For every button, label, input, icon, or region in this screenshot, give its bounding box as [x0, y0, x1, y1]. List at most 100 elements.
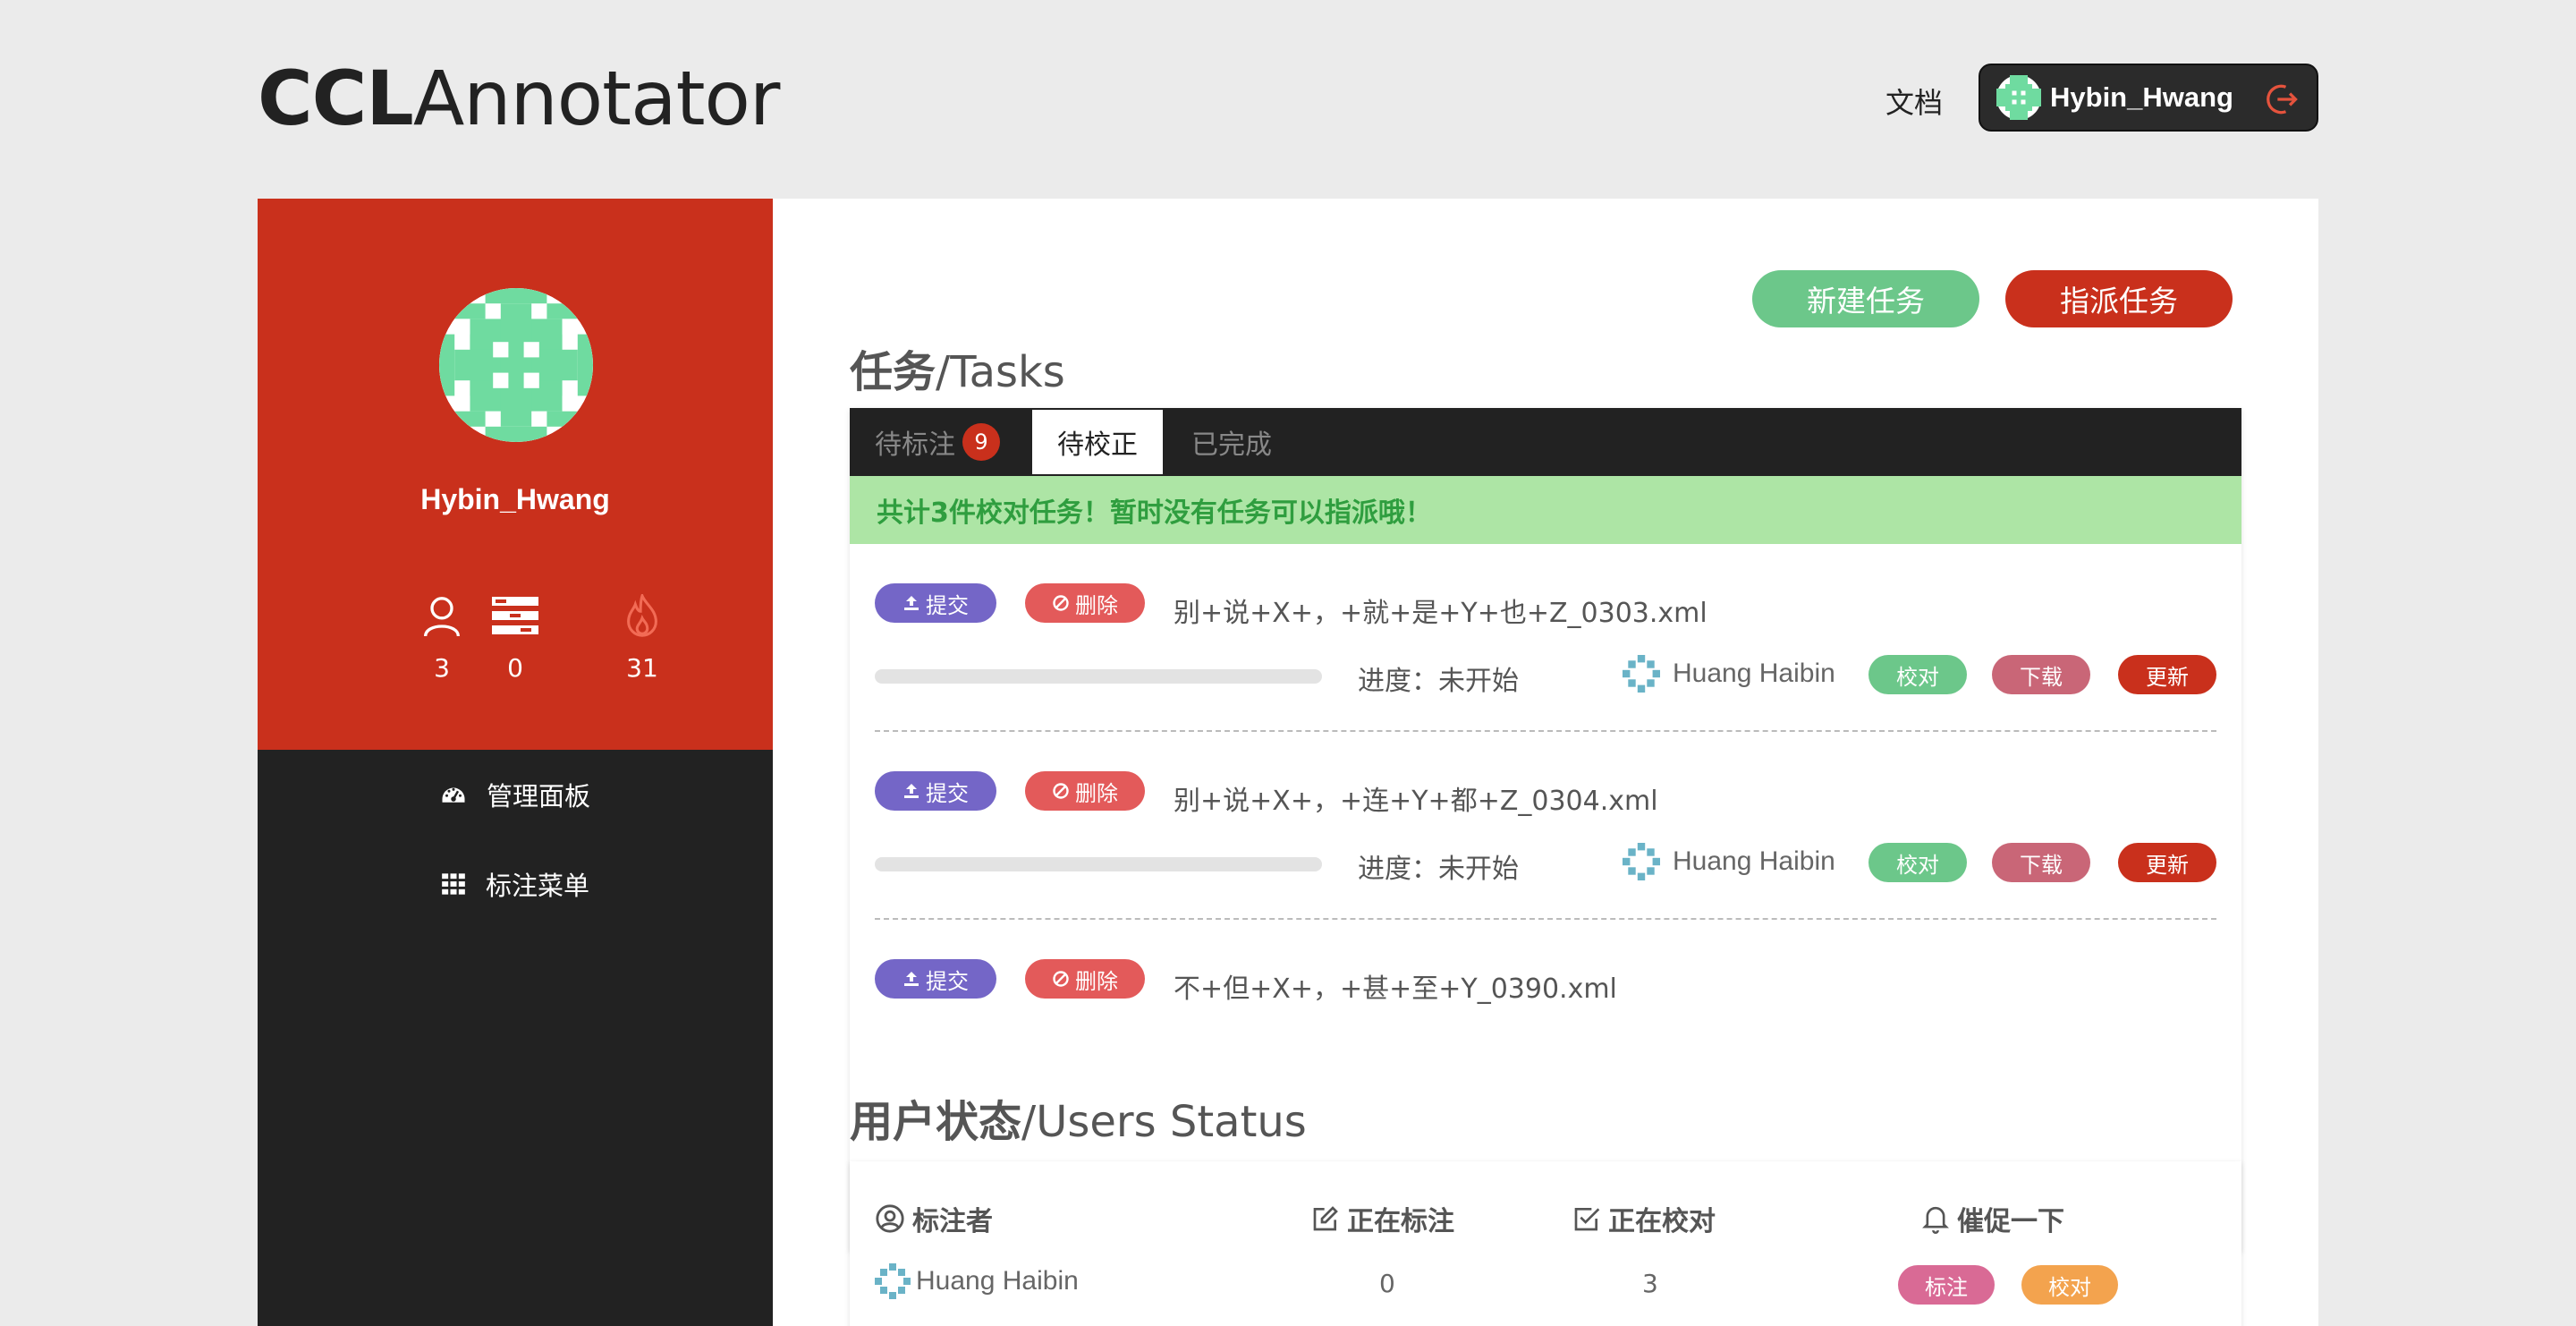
- task-progress-bar: [875, 857, 1322, 871]
- avatar: [1996, 75, 2041, 120]
- dashboard-icon: [442, 787, 465, 803]
- delete-button[interactable]: 删除: [1025, 771, 1145, 811]
- task-tabs: 待标注 9 待校正 已完成: [850, 408, 2241, 476]
- tab-completed-label: 已完成: [1191, 429, 1272, 461]
- task-item: 提交 删除 别+说+X+，+连+Y+都+Z_0304.xml 进度：未开始 Hu…: [875, 771, 2216, 897]
- tab-pending-annotation-label: 待标注: [875, 429, 955, 461]
- tab-pending-annotation[interactable]: 待标注 9: [850, 408, 1025, 476]
- assignee-avatar-icon: [1623, 655, 1660, 693]
- download-button[interactable]: 下载: [1992, 655, 2090, 694]
- tab-pending-proofread[interactable]: 待校正: [1032, 410, 1163, 474]
- remind-annotate-button[interactable]: 标注: [1898, 1265, 1995, 1305]
- task-file-name[interactable]: 别+说+X+，+连+Y+都+Z_0304.xml: [1174, 778, 1658, 818]
- user-icon: [424, 597, 460, 637]
- main-content: 新建任务 指派任务 任务/Tasks 待标注 9 待校正 已完成 共计3件校对任…: [773, 199, 2318, 1326]
- submit-button[interactable]: 提交: [875, 959, 996, 999]
- app-header: CCLAnnotator 文档 Hybin_Hwang: [0, 0, 2576, 199]
- user-name: Huang Haibin: [916, 1266, 1079, 1296]
- identicon-icon: [439, 288, 593, 442]
- stat-fire: 31: [589, 592, 696, 683]
- user-avatar-icon: [875, 1263, 911, 1299]
- col-header-proofreading: 正在校对: [1572, 1199, 1716, 1238]
- task-divider: [875, 918, 2216, 920]
- col-header-remind-label: 催促一下: [1957, 1206, 2064, 1237]
- col-header-proofreading-label: 正在校对: [1608, 1206, 1716, 1237]
- ban-icon: [1053, 971, 1069, 987]
- col-header-annotator-label: 标注者: [912, 1206, 993, 1237]
- task-item: 提交 删除 别+说+X+，+就+是+Y+也+Z_0303.xml 进度：未开始 …: [875, 583, 2216, 709]
- task-file-name[interactable]: 不+但+X+，+甚+至+Y_0390.xml: [1174, 966, 1617, 1006]
- col-header-annotating: 正在标注: [1311, 1199, 1454, 1238]
- logout-icon[interactable]: [2261, 80, 2301, 119]
- tasks-title-en: /Tasks: [936, 347, 1065, 397]
- proofreading-count: 3: [1642, 1269, 1658, 1298]
- fire-icon: [627, 594, 657, 637]
- upload-icon: [904, 596, 919, 610]
- user-menu-name: Hybin_Hwang: [2050, 81, 2233, 113]
- task-file-name[interactable]: 别+说+X+，+就+是+Y+也+Z_0303.xml: [1174, 591, 1707, 630]
- docs-link[interactable]: 文档: [1885, 81, 1943, 122]
- tab-pending-proofread-label: 待校正: [1057, 429, 1138, 461]
- delete-button[interactable]: 删除: [1025, 583, 1145, 623]
- profile-username: Hybin_Hwang: [420, 483, 610, 515]
- profile-panel: Hybin_Hwang 3 0 31: [258, 199, 773, 750]
- tab-completed[interactable]: 已完成: [1166, 408, 1297, 476]
- server-icon: [492, 597, 538, 634]
- user-cell: Huang Haibin: [875, 1263, 1079, 1299]
- users-title-cn: 用户状态: [850, 1097, 1022, 1147]
- submit-button[interactable]: 提交: [875, 583, 996, 623]
- delete-button[interactable]: 删除: [1025, 959, 1145, 999]
- sidebar-nav: 管理面板 标注菜单: [258, 750, 773, 1326]
- task-notice: 共计3件校对任务！暂时没有任务可以指派哦！: [850, 476, 2241, 544]
- user-circle-icon: [876, 1204, 904, 1233]
- col-header-annotating-label: 正在标注: [1347, 1206, 1454, 1237]
- update-button[interactable]: 更新: [2118, 655, 2216, 694]
- tasks-section-title: 任务/Tasks: [850, 336, 1065, 399]
- stat-servers: 0: [462, 592, 569, 683]
- grid-icon: [442, 873, 465, 895]
- submit-label: 提交: [926, 780, 969, 806]
- profile-avatar: [439, 288, 593, 442]
- upload-icon: [904, 972, 919, 986]
- edit-icon: [1313, 1206, 1338, 1231]
- remind-proofread-button[interactable]: 校对: [2021, 1265, 2118, 1305]
- delete-label: 删除: [1075, 780, 1118, 806]
- stat-servers-value: 0: [507, 653, 523, 683]
- submit-label: 提交: [926, 592, 969, 618]
- upload-icon: [904, 784, 919, 798]
- proofread-button[interactable]: 校对: [1868, 655, 1967, 694]
- sidebar-item-annotation-menu-label: 标注菜单: [485, 871, 589, 901]
- bell-icon: [1922, 1206, 1949, 1234]
- sidebar-item-annotation-menu[interactable]: 标注菜单: [258, 857, 773, 911]
- delete-label: 删除: [1075, 592, 1118, 618]
- col-header-annotator: 标注者: [875, 1199, 993, 1238]
- sidebar-item-dashboard-label: 管理面板: [486, 781, 590, 812]
- sidebar-item-dashboard[interactable]: 管理面板: [258, 768, 773, 821]
- app-logo[interactable]: CCLAnnotator: [258, 55, 781, 142]
- ban-icon: [1053, 595, 1069, 611]
- logo-thin-text: Annotator: [412, 55, 781, 142]
- task-progress-text: 进度：未开始: [1358, 854, 1519, 885]
- assignee-name: Huang Haibin: [1673, 659, 1835, 688]
- user-menu[interactable]: Hybin_Hwang: [1979, 64, 2318, 132]
- assignee-name: Huang Haibin: [1673, 846, 1835, 876]
- download-button[interactable]: 下载: [1992, 843, 2090, 882]
- task-divider: [875, 730, 2216, 732]
- assign-task-button[interactable]: 指派任务: [2005, 270, 2233, 327]
- check-square-icon: [1574, 1208, 1600, 1231]
- col-header-remind: 催促一下: [1921, 1199, 2064, 1238]
- task-item: 提交 删除 不+但+X+，+甚+至+Y_0390.xml: [875, 959, 2216, 1013]
- proofread-button[interactable]: 校对: [1868, 843, 1967, 882]
- ban-icon: [1053, 783, 1069, 799]
- users-section-title: 用户状态/Users Status: [850, 1086, 1307, 1149]
- annotating-count: 0: [1379, 1269, 1395, 1298]
- stat-fire-value: 31: [626, 653, 658, 683]
- task-progress-text: 进度：未开始: [1358, 666, 1519, 697]
- submit-label: 提交: [926, 968, 969, 994]
- users-title-en: /Users Status: [1021, 1097, 1307, 1147]
- new-task-button[interactable]: 新建任务: [1752, 270, 1979, 327]
- tasks-title-cn: 任务: [850, 347, 936, 397]
- task-assignee: Huang Haibin: [1623, 843, 1835, 880]
- update-button[interactable]: 更新: [2118, 843, 2216, 882]
- submit-button[interactable]: 提交: [875, 771, 996, 811]
